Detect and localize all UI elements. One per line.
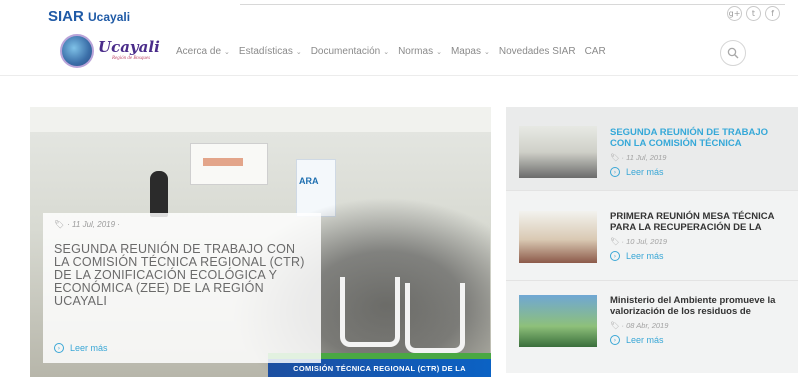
nav-item-label: Acerca de bbox=[176, 46, 222, 57]
search-icon bbox=[727, 47, 739, 59]
nav-item-label: CAR bbox=[584, 46, 606, 57]
logo-emblem-icon bbox=[60, 34, 94, 68]
nav-item-label: Estadísticas bbox=[238, 46, 293, 57]
post-title[interactable]: PRIMERA REUNIÓN MESA TÉCNICA PARA LA REC… bbox=[610, 211, 790, 233]
site-logo[interactable]: Ucayali Región de Bosques bbox=[60, 32, 180, 72]
top-divider bbox=[240, 4, 785, 5]
nav-item-novedades-siar[interactable]: Novedades SIAR bbox=[499, 46, 576, 57]
category-icon: 🏷 bbox=[610, 321, 620, 330]
post-read-more[interactable]: › Leer más bbox=[610, 167, 790, 177]
chevron-right-icon: › bbox=[610, 251, 620, 261]
main-navigation: Ucayali Región de Bosques Acerca de ⌄ Est… bbox=[0, 30, 798, 76]
post-thumbnail[interactable] bbox=[519, 126, 597, 178]
nav-menu: Acerca de ⌄ Estadísticas ⌄ Documentación ⌄ … bbox=[176, 46, 615, 57]
logo-wordmark: Ucayali bbox=[98, 38, 160, 56]
featured-caption: 🏷 · 11 Jul, 2019 · SEGUNDA REUNIÓN DE TRA… bbox=[43, 213, 321, 363]
nav-item-label: Novedades SIAR bbox=[498, 46, 576, 57]
site-brand[interactable]: SIAR Ucayali bbox=[48, 8, 130, 25]
post-meta: 🏷 · 11 Jul, 2019 bbox=[610, 153, 667, 162]
post-thumbnail[interactable] bbox=[519, 295, 597, 347]
top-bar: SIAR Ucayali g+ t f bbox=[0, 0, 798, 30]
chevron-down-icon: ⌄ bbox=[295, 48, 302, 56]
post-text: PRIMERA REUNIÓN MESA TÉCNICA PARA LA REC… bbox=[610, 211, 790, 261]
post-meta: 🏷 · 10 Jul, 2019 bbox=[610, 237, 667, 246]
nav-item-label: Documentación bbox=[310, 46, 381, 57]
category-icon: 🏷 bbox=[54, 220, 65, 229]
projection-screen bbox=[190, 143, 268, 185]
post-text: SEGUNDA REUNIÓN DE TRABAJO CON LA COMISI… bbox=[610, 127, 790, 177]
post-title[interactable]: SEGUNDA REUNIÓN DE TRABAJO CON LA COMISI… bbox=[610, 127, 790, 149]
nav-item-car[interactable]: CAR bbox=[585, 46, 606, 57]
chair-shape bbox=[340, 277, 400, 347]
nav-item-mapas[interactable]: Mapas ⌄ bbox=[451, 46, 490, 57]
twitter-icon[interactable]: t bbox=[746, 6, 761, 21]
nav-item-documentacion[interactable]: Documentación ⌄ bbox=[311, 46, 389, 57]
chevron-right-icon: › bbox=[610, 335, 620, 345]
category-icon: 🏷 bbox=[610, 237, 620, 246]
nav-item-estadisticas[interactable]: Estadísticas ⌄ bbox=[239, 46, 302, 57]
post-title[interactable]: Ministerio del Ambiente promueve la valo… bbox=[610, 295, 790, 317]
side-post[interactable]: Ministerio del Ambiente promueve la valo… bbox=[506, 281, 798, 365]
chevron-down-icon: ⌄ bbox=[436, 48, 442, 56]
social-links: g+ t f bbox=[727, 6, 780, 21]
side-post[interactable]: PRIMERA REUNIÓN MESA TÉCNICA PARA LA REC… bbox=[506, 197, 798, 281]
read-more-label: Leer más bbox=[626, 335, 664, 345]
post-read-more[interactable]: › Leer más bbox=[610, 251, 790, 261]
read-more-label: Leer más bbox=[70, 343, 108, 353]
banner-text: ARA bbox=[299, 176, 319, 186]
nav-item-label: Normas bbox=[398, 46, 434, 57]
post-thumbnail[interactable] bbox=[519, 211, 597, 263]
category-icon: 🏷 bbox=[610, 153, 620, 162]
photo-ceiling bbox=[30, 107, 491, 132]
post-read-more[interactable]: › Leer más bbox=[610, 335, 790, 345]
nav-item-label: Mapas bbox=[450, 46, 481, 57]
brand-region[interactable]: Ucayali bbox=[88, 10, 130, 24]
chevron-down-icon: ⌄ bbox=[383, 48, 390, 56]
brand-name[interactable]: SIAR bbox=[48, 8, 84, 25]
chair-shape bbox=[405, 283, 465, 353]
logo-tagline: Región de Bosques bbox=[112, 56, 151, 61]
search-button[interactable] bbox=[720, 40, 746, 66]
post-date: 08 Abr, 2019 bbox=[626, 321, 669, 330]
featured-title[interactable]: SEGUNDA REUNIÓN DE TRABAJO CON LA COMISI… bbox=[54, 243, 310, 308]
facebook-icon[interactable]: f bbox=[765, 6, 780, 21]
post-date: 11 Jul, 2019 bbox=[626, 153, 667, 162]
side-post[interactable]: SEGUNDA REUNIÓN DE TRABAJO CON LA COMISI… bbox=[506, 107, 798, 191]
post-text: Ministerio del Ambiente promueve la valo… bbox=[610, 295, 790, 345]
post-meta: 🏷 · 08 Abr, 2019 bbox=[610, 321, 669, 330]
featured-read-more[interactable]: › Leer más bbox=[54, 343, 108, 353]
nav-item-acerca-de[interactable]: Acerca de ⌄ bbox=[176, 46, 230, 57]
featured-date: 11 Jul, 2019 bbox=[72, 220, 116, 229]
chevron-right-icon: › bbox=[54, 343, 64, 353]
read-more-label: Leer más bbox=[626, 167, 664, 177]
google-plus-icon[interactable]: g+ bbox=[727, 6, 742, 21]
presenter-figure bbox=[150, 171, 168, 217]
read-more-label: Leer más bbox=[626, 251, 664, 261]
side-posts-list: SEGUNDA REUNIÓN DE TRABAJO CON LA COMISI… bbox=[506, 107, 798, 373]
chevron-down-icon: ⌄ bbox=[483, 48, 490, 56]
post-date: 10 Jul, 2019 bbox=[626, 237, 667, 246]
chevron-right-icon: › bbox=[610, 167, 620, 177]
chevron-down-icon: ⌄ bbox=[224, 48, 230, 56]
nav-item-normas[interactable]: Normas ⌄ bbox=[398, 46, 442, 57]
featured-meta: 🏷 · 11 Jul, 2019 · bbox=[54, 220, 120, 229]
